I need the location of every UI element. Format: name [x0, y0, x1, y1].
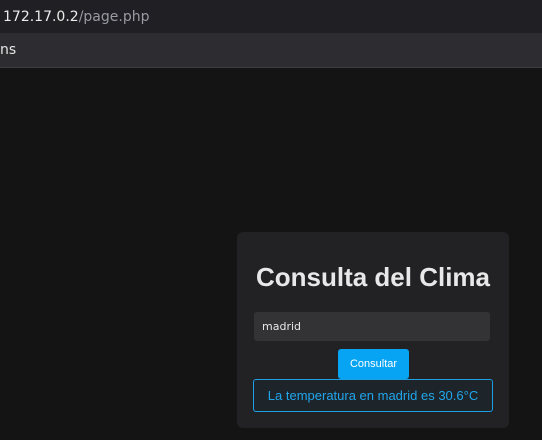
weather-card: Consulta del Clima Consultar La temperat…	[237, 232, 509, 428]
toolbar-item[interactable]: ns	[0, 42, 16, 58]
url-host: 172.17.0.2	[3, 8, 79, 25]
url-path: /page.php	[78, 8, 150, 25]
url-text[interactable]: 172.17.0.2/page.php	[3, 9, 149, 25]
browser-window: 172.17.0.2/page.php ns Consulta del Clim…	[0, 0, 542, 440]
city-input[interactable]	[254, 312, 490, 341]
result-text: La temperatura en madrid es 30.6°C	[267, 388, 479, 403]
page-title: Consulta del Clima	[255, 262, 491, 292]
url-bar[interactable]: 172.17.0.2/page.php	[0, 0, 542, 33]
consultar-button[interactable]: Consultar	[338, 349, 409, 379]
bookmarks-toolbar: ns	[0, 33, 542, 68]
result-box: La temperatura en madrid es 30.6°C	[253, 379, 493, 412]
